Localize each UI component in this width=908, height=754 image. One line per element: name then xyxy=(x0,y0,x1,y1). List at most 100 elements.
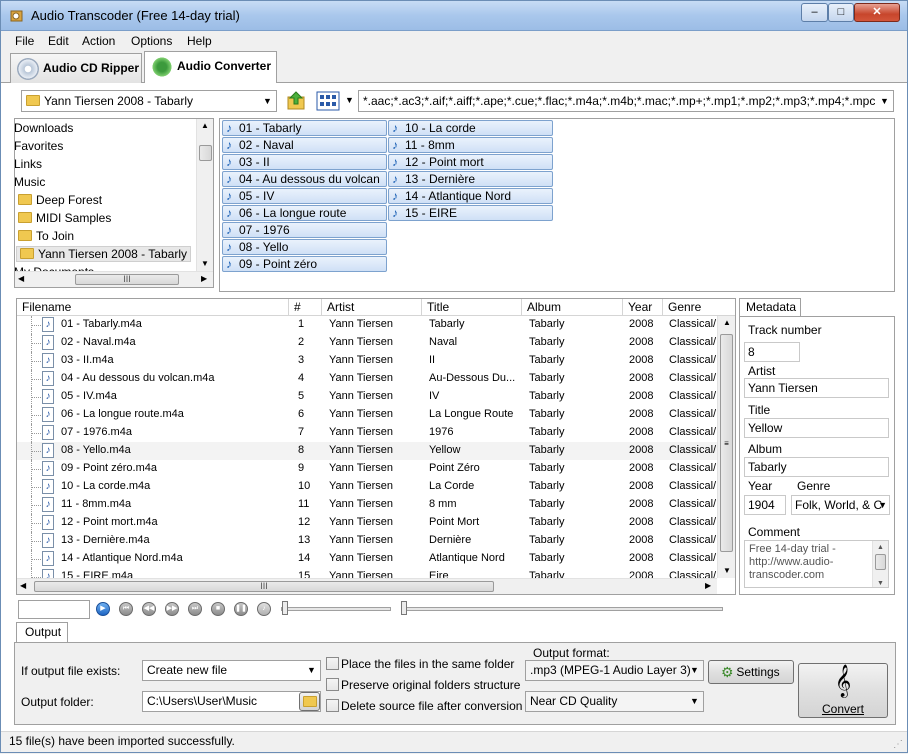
fast-forward-icon[interactable]: ▶▶ xyxy=(165,602,179,616)
scroll-right-icon[interactable]: ▶ xyxy=(201,274,207,283)
track-tile[interactable]: ♪ 12 - Point mort xyxy=(388,154,553,170)
track-tile[interactable]: ♪ 06 - La longue route xyxy=(222,205,387,221)
scroll-thumb[interactable]: ≡ xyxy=(720,334,733,552)
browse-folder-button[interactable] xyxy=(299,692,320,711)
year-field[interactable]: 1904 xyxy=(744,495,786,515)
output-folder-field[interactable]: C:\Users\User\Music xyxy=(142,691,321,712)
genre-combo[interactable]: Folk, World, & C ▼ xyxy=(791,495,890,515)
view-grid-icon[interactable] xyxy=(316,91,340,111)
convert-button[interactable]: 𝄞 Convert xyxy=(798,663,888,718)
scroll-down-icon[interactable]: ▼ xyxy=(201,259,209,268)
delete-source-checkbox[interactable] xyxy=(326,699,339,712)
table-row[interactable]: ♪ 11 - 8mm.m4a 11 Yann Tiersen 8 mm Tabarly 20… xyxy=(17,496,717,514)
table-row[interactable]: ♪ 12 - Point mort.m4a 12 Yann Tiersen Point … xyxy=(17,514,717,532)
scroll-right-icon[interactable]: ▶ xyxy=(705,581,711,590)
pause-icon[interactable]: ❚❚ xyxy=(234,602,248,616)
output-format-combo[interactable]: .mp3 (MPEG-1 Audio Layer 3) ▼ xyxy=(525,660,704,681)
tree-item[interactable]: MIDI Samples xyxy=(18,211,111,225)
seek-slider[interactable] xyxy=(401,607,723,611)
tree-item[interactable]: Music xyxy=(15,175,45,189)
scroll-thumb[interactable]: III xyxy=(34,581,494,592)
column-header-number[interactable]: # xyxy=(289,299,322,316)
preserve-structure-checkbox[interactable] xyxy=(326,678,339,691)
tree-vertical-scrollbar[interactable]: ▲ ▼ xyxy=(196,119,213,271)
menu-file[interactable]: File xyxy=(15,34,34,48)
column-header-title[interactable]: Title xyxy=(422,299,522,316)
scroll-thumb[interactable]: III xyxy=(75,274,179,285)
scroll-left-icon[interactable]: ◀ xyxy=(20,581,26,590)
tree-item-selected[interactable]: Yann Tiersen 2008 - Tabarly xyxy=(16,246,191,262)
skip-back-icon[interactable]: ⏮ xyxy=(119,602,133,616)
maximize-button[interactable]: □ xyxy=(828,3,854,22)
table-row[interactable]: ♪ 06 - La longue route.m4a 6 Yann Tiersen La… xyxy=(17,406,717,424)
track-tile[interactable]: ♪ 03 - II xyxy=(222,154,387,170)
title-field[interactable]: Yellow xyxy=(744,418,889,438)
scroll-down-icon[interactable]: ▼ xyxy=(723,566,731,575)
menu-edit[interactable]: Edit xyxy=(48,34,69,48)
play-icon[interactable]: ▶ xyxy=(96,602,110,616)
track-tile[interactable]: ♪ 07 - 1976 xyxy=(222,222,387,238)
track-tile[interactable]: ♪ 05 - IV xyxy=(222,188,387,204)
track-tile[interactable]: ♪ 11 - 8mm xyxy=(388,137,553,153)
menu-action[interactable]: Action xyxy=(82,34,115,48)
tree-item[interactable]: Favorites xyxy=(15,139,63,153)
track-tile[interactable]: ♪ 10 - La corde xyxy=(388,120,553,136)
track-tile[interactable]: ♪ 14 - Atlantique Nord xyxy=(388,188,553,204)
file-filter-combo[interactable]: *.aac;*.ac3;*.aif;*.aiff;*.ape;*.cue;*.f… xyxy=(358,90,894,112)
close-button[interactable]: ✕ xyxy=(854,3,900,22)
table-row[interactable]: ♪ 05 - IV.m4a 5 Yann Tiersen IV Tabarly 2008 Cl… xyxy=(17,388,717,406)
scroll-thumb[interactable] xyxy=(875,554,886,570)
track-tile[interactable]: ♪ 13 - Dernière xyxy=(388,171,553,187)
tree-item[interactable]: To Join xyxy=(18,229,74,243)
tab-output[interactable]: Output xyxy=(16,622,68,643)
table-row[interactable]: ♪ 14 - Atlantique Nord.m4a 14 Yann Tiersen A… xyxy=(17,550,717,568)
column-header-year[interactable]: Year xyxy=(623,299,663,316)
artist-field[interactable]: Yann Tiersen xyxy=(744,378,889,398)
stop-icon[interactable]: ■ xyxy=(211,602,225,616)
mute-icon[interactable]: ♪ xyxy=(257,602,271,616)
seek-slider-thumb[interactable] xyxy=(401,601,407,615)
track-tile[interactable]: ♪ 15 - EIRE xyxy=(388,205,553,221)
tree-item[interactable]: Deep Forest xyxy=(18,193,102,207)
tree-item[interactable]: Links xyxy=(15,157,42,171)
track-tile[interactable]: ♪ 08 - Yello xyxy=(222,239,387,255)
tree-horizontal-scrollbar[interactable]: ◀ III ▶ xyxy=(15,271,213,287)
scroll-left-icon[interactable]: ◀ xyxy=(18,274,24,283)
scroll-up-icon[interactable]: ▲ xyxy=(201,121,209,130)
table-row[interactable]: ♪ 07 - 1976.m4a 7 Yann Tiersen 1976 Tabarly 20… xyxy=(17,424,717,442)
tab-metadata[interactable]: Metadata xyxy=(739,298,801,317)
table-row[interactable]: ♪ 08 - Yello.m4a 8 Yann Tiersen Yellow Tabarl… xyxy=(17,442,717,460)
table-row[interactable]: ♪ 10 - La corde.m4a 10 Yann Tiersen La Corde… xyxy=(17,478,717,496)
column-header-genre[interactable]: Genre xyxy=(663,299,735,316)
track-tile[interactable]: ♪ 09 - Point zéro xyxy=(222,256,387,272)
folder-tree[interactable]: Downloads Favorites Links Music Deep For… xyxy=(14,118,214,288)
file-list-grid[interactable]: Filename # Artist Title Album Year Genre… xyxy=(16,298,736,595)
volume-slider[interactable] xyxy=(281,607,391,611)
column-header-album[interactable]: Album xyxy=(522,299,623,316)
view-dropdown-icon[interactable]: ▼ xyxy=(345,95,354,105)
grid-horizontal-scrollbar[interactable]: ◀ III ▶ xyxy=(17,578,717,594)
track-number-field[interactable]: 8 xyxy=(744,342,800,362)
scroll-up-icon[interactable]: ▲ xyxy=(877,541,884,554)
settings-button[interactable]: ⚙ Settings xyxy=(708,660,794,684)
tab-audio-converter[interactable]: Audio Converter xyxy=(144,51,277,84)
resize-grip-icon[interactable]: ⋰ xyxy=(893,736,903,754)
table-row[interactable]: ♪ 03 - II.m4a 3 Yann Tiersen II Tabarly 2008 Cl… xyxy=(17,352,717,370)
minimize-button[interactable]: – xyxy=(801,3,828,22)
track-tile[interactable]: ♪ 04 - Au dessous du volcan xyxy=(222,171,387,187)
table-row[interactable]: ♪ 13 - Dernière.m4a 13 Yann Tiersen Dernière… xyxy=(17,532,717,550)
volume-slider-thumb[interactable] xyxy=(282,601,288,615)
scroll-down-icon[interactable]: ▼ xyxy=(877,577,884,587)
column-header-artist[interactable]: Artist xyxy=(322,299,422,316)
comment-scrollbar[interactable]: ▲ ▼ xyxy=(872,541,888,587)
comment-field[interactable]: Free 14-day trial - http://www.audio-tra… xyxy=(744,540,889,588)
same-folder-checkbox[interactable] xyxy=(326,657,339,670)
skip-forward-icon[interactable]: ⏭ xyxy=(188,602,202,616)
table-row[interactable]: ♪ 09 - Point zéro.m4a 9 Yann Tiersen Point Z… xyxy=(17,460,717,478)
track-tile[interactable]: ♪ 01 - Tabarly xyxy=(222,120,387,136)
tree-item[interactable]: Downloads xyxy=(15,121,73,135)
scroll-thumb[interactable] xyxy=(199,145,212,161)
table-row[interactable]: ♪ 02 - Naval.m4a 2 Yann Tiersen Naval Tabarly… xyxy=(17,334,717,352)
track-tile[interactable]: ♪ 02 - Naval xyxy=(222,137,387,153)
if-exists-combo[interactable]: Create new file ▼ xyxy=(142,660,321,681)
